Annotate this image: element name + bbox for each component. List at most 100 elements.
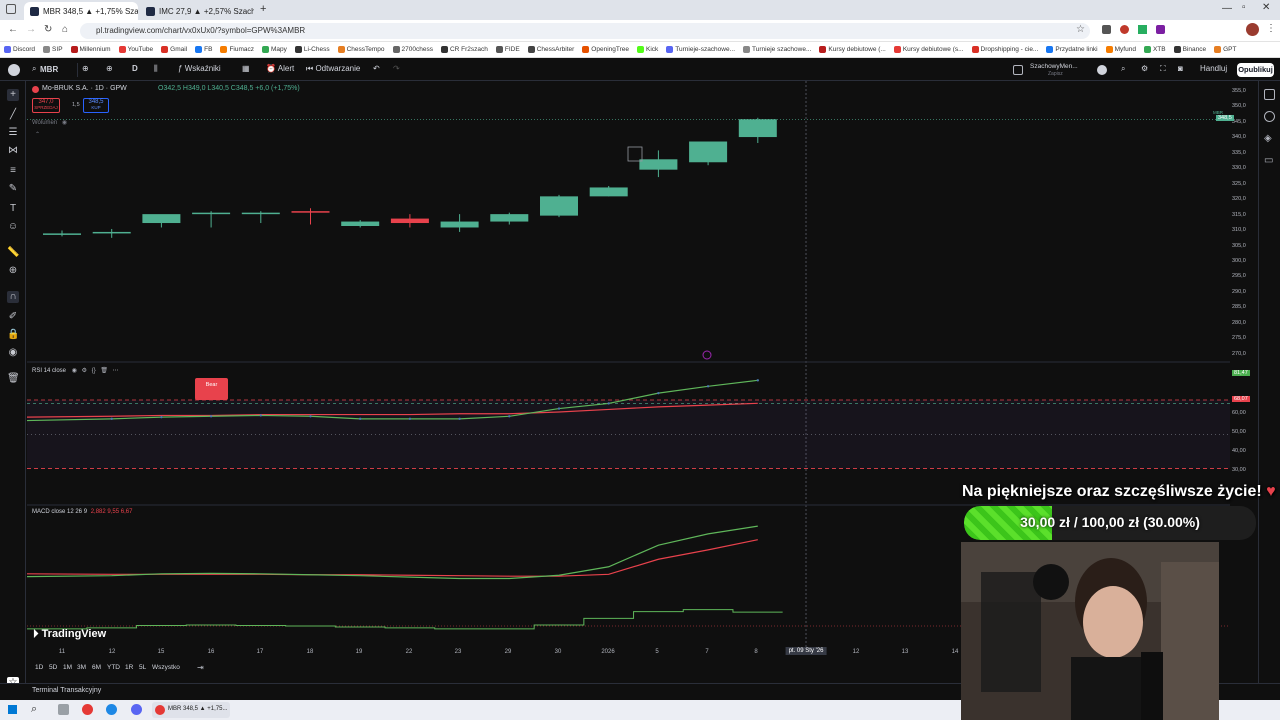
bookmark-item[interactable]: Li-Chess bbox=[294, 46, 330, 53]
chart-type-icon[interactable]: ⫼ bbox=[154, 64, 158, 74]
range-button-5d[interactable]: 5D bbox=[49, 664, 57, 671]
settings-gear-icon[interactable]: ⚙ bbox=[82, 368, 87, 374]
alert-button[interactable]: ⏰ Alert bbox=[266, 64, 294, 73]
watchlist-icon[interactable] bbox=[1264, 89, 1275, 100]
tab-menu-icon[interactable] bbox=[6, 4, 16, 14]
bookmark-item[interactable]: GPT bbox=[1214, 46, 1237, 53]
trading-terminal-tab[interactable]: Terminal Transakcyjny bbox=[32, 687, 101, 694]
bookmark-item[interactable]: XTB bbox=[1143, 46, 1166, 53]
templates-icon[interactable]: ▦ bbox=[242, 64, 250, 73]
quick-search-icon[interactable]: ⌕ bbox=[1121, 64, 1125, 74]
bookmark-item[interactable]: 2700chess bbox=[392, 46, 433, 53]
icons-icon[interactable]: ☺ bbox=[7, 221, 19, 233]
gmail-extension-icon[interactable] bbox=[1102, 25, 1111, 34]
collapse-chevron-icon[interactable]: ⌃ bbox=[35, 131, 40, 138]
settings-gear-icon[interactable]: ⚙ bbox=[1141, 64, 1148, 73]
zoom-in-icon[interactable]: ⊕ bbox=[7, 265, 19, 277]
bookmark-item[interactable]: Turnieje-szachowe... bbox=[666, 46, 735, 53]
bookmark-item[interactable]: Dropshipping - cie... bbox=[971, 46, 1038, 53]
bookmark-item[interactable]: Millennium bbox=[70, 46, 111, 53]
ruler-icon[interactable]: 📏 bbox=[7, 247, 19, 259]
maximize-icon[interactable]: ▫ bbox=[1242, 2, 1246, 13]
layout-menu-icon[interactable] bbox=[1097, 65, 1107, 75]
extension-icon[interactable] bbox=[1156, 25, 1165, 34]
camera-icon[interactable]: ◙ bbox=[1178, 64, 1183, 73]
goto-date-icon[interactable]: ⇥ bbox=[197, 663, 204, 672]
source-code-icon[interactable]: {} bbox=[92, 368, 96, 374]
layout-name[interactable]: SzachowyMen... bbox=[1030, 63, 1078, 70]
price-axis[interactable]: 355,0 350,0 345,0 340,0 335,0 330,0 325,0 320,0… bbox=[1213, 81, 1258, 651]
bookmark-item[interactable]: OpeningTree bbox=[582, 46, 629, 53]
forward-icon[interactable]: → bbox=[26, 24, 36, 35]
bookmark-item[interactable]: Fiumacz bbox=[220, 46, 254, 53]
bookmark-item[interactable]: Turnieje szachowe... bbox=[743, 46, 811, 53]
range-button-1d[interactable]: 1D bbox=[35, 664, 43, 671]
bookmark-item[interactable]: Mapy bbox=[262, 46, 287, 53]
range-button-ytd[interactable]: YTD bbox=[107, 664, 120, 671]
bookmark-item[interactable]: Kursy debiutowe (s... bbox=[893, 46, 964, 53]
fib-retracement-icon[interactable]: ☰ bbox=[7, 127, 19, 139]
home-icon[interactable]: ⌂ bbox=[62, 24, 68, 35]
range-button-5l[interactable]: 5L bbox=[139, 664, 146, 671]
new-tab-icon[interactable]: + bbox=[260, 3, 266, 15]
browser-menu-icon[interactable]: ⋮ bbox=[1266, 23, 1276, 34]
range-button-3m[interactable]: 3M bbox=[77, 664, 86, 671]
fullscreen-icon[interactable]: ⛶ bbox=[1160, 64, 1166, 74]
bookmark-item[interactable]: ChessTempo bbox=[337, 46, 385, 53]
reload-icon[interactable]: ↻ bbox=[44, 24, 52, 35]
extension-icon[interactable] bbox=[1120, 25, 1129, 34]
bookmark-item[interactable]: CR Fr2szach bbox=[440, 46, 488, 53]
add-symbol-icon[interactable]: ⊕ bbox=[106, 64, 113, 73]
download-extension-icon[interactable] bbox=[1138, 25, 1147, 34]
redo-icon[interactable]: ↷ bbox=[393, 64, 400, 73]
bookmark-item[interactable]: ChessArbiter bbox=[527, 46, 574, 53]
interval-button[interactable]: D bbox=[132, 64, 138, 73]
compare-icon[interactable]: ⊕ bbox=[82, 64, 89, 73]
range-button-1m[interactable]: 1M bbox=[63, 664, 72, 671]
bookmark-item[interactable]: Myfund bbox=[1105, 46, 1136, 53]
brush-icon[interactable]: ✎ bbox=[7, 183, 19, 195]
range-button-wszystko[interactable]: Wszystko bbox=[152, 664, 180, 671]
chat-icon[interactable]: ▭ bbox=[1264, 155, 1273, 166]
browser-tab-mbr[interactable]: MBR 348,5 ▲ +1,75% Szachow ✕ bbox=[24, 2, 138, 20]
user-avatar[interactable] bbox=[8, 64, 20, 76]
projection-icon[interactable]: ≡ bbox=[7, 165, 19, 177]
visibility-eye-icon[interactable]: ◉ bbox=[72, 368, 77, 374]
bookmark-item[interactable]: Gmail bbox=[161, 46, 187, 53]
profile-avatar[interactable] bbox=[1246, 23, 1259, 36]
crosshair-icon[interactable]: + bbox=[7, 89, 19, 101]
undo-icon[interactable]: ↶ bbox=[373, 64, 380, 73]
bookmark-item[interactable]: Kursy debiutowe (... bbox=[819, 46, 886, 53]
legend-title[interactable]: Mo-BRUK S.A. · 1D · GPW bbox=[42, 85, 127, 92]
minimize-icon[interactable]: — bbox=[1222, 3, 1232, 14]
replay-button[interactable]: ⏮ Odtwarzanie bbox=[306, 64, 360, 74]
telegram-icon[interactable] bbox=[106, 704, 117, 715]
file-explorer-icon[interactable] bbox=[58, 704, 69, 715]
windows-start-icon[interactable] bbox=[8, 705, 17, 714]
visibility-eye-icon[interactable]: ◉ bbox=[7, 347, 19, 359]
bookmark-item[interactable]: YouTube bbox=[118, 46, 153, 53]
range-button-6m[interactable]: 6M bbox=[92, 664, 101, 671]
search-icon[interactable]: ⌕ bbox=[31, 703, 37, 716]
visibility-eye-icon[interactable]: ◉ bbox=[62, 120, 67, 126]
trade-button[interactable]: Handluj bbox=[1200, 64, 1227, 73]
more-icon[interactable]: ⋯ bbox=[113, 368, 119, 374]
tradingview-logo[interactable]: ⏵ TradingView bbox=[33, 628, 106, 641]
bookmark-item[interactable]: Binance bbox=[1173, 46, 1206, 53]
browser-tab-imc[interactable]: IMC 27,9 ▲ +2,57% Szachowy N ✕ bbox=[140, 2, 254, 20]
opera-icon[interactable] bbox=[82, 704, 93, 715]
indicators-button[interactable]: ƒ Wskaźniki bbox=[178, 64, 221, 73]
url-field[interactable]: pl.tradingview.com/chart/vx0xUx0/?symbol… bbox=[80, 23, 1090, 39]
layout-icon[interactable] bbox=[1013, 65, 1023, 75]
symbol-search[interactable]: ⌕ MBR bbox=[30, 63, 78, 77]
bookmark-item[interactable]: FB bbox=[195, 46, 212, 53]
magnet-icon[interactable]: ∩ bbox=[7, 291, 19, 303]
alerts-clock-icon[interactable] bbox=[1264, 111, 1275, 122]
pattern-icon[interactable]: ⋈ bbox=[7, 145, 19, 157]
range-button-1r[interactable]: 1R bbox=[125, 664, 133, 671]
stay-drawing-icon[interactable]: ✐ bbox=[7, 311, 19, 323]
trash-icon[interactable]: 🗑 bbox=[7, 373, 20, 385]
trend-line-icon[interactable]: ╱ bbox=[7, 109, 19, 121]
back-icon[interactable]: ← bbox=[8, 24, 18, 35]
taskbar-app-chrome[interactable]: MBR 348,5 ▲ +1,75... bbox=[152, 702, 230, 718]
